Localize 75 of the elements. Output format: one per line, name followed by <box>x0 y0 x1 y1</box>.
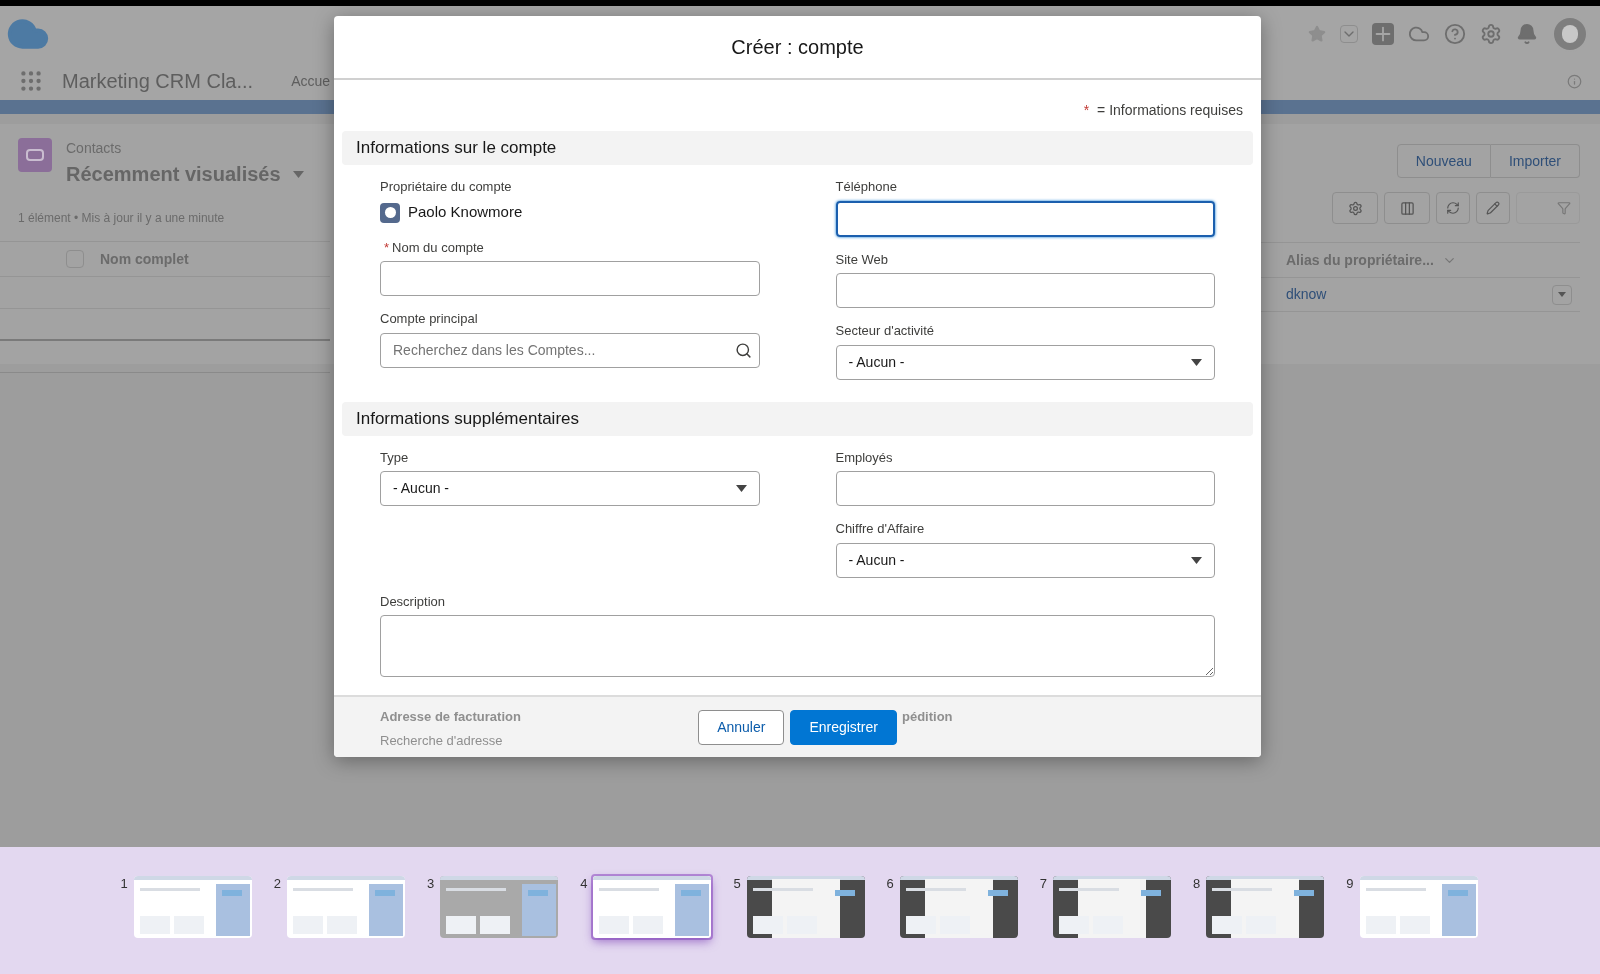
contacts-icon <box>18 138 52 172</box>
star-icon[interactable] <box>1308 25 1326 43</box>
slide-number: 6 <box>886 874 894 893</box>
field-label: Propriétaire du compte <box>380 178 512 196</box>
row-menu-button[interactable] <box>1552 284 1572 305</box>
field-label: Téléphone <box>835 178 897 196</box>
text-field[interactable] <box>380 261 760 296</box>
list-view-title[interactable]: Récemment visualisés <box>66 159 281 189</box>
field-label: * Nom du compte <box>383 238 484 257</box>
columns-icon <box>1399 200 1415 216</box>
dialog-button[interactable]: Enregistrer <box>790 709 897 745</box>
caret-icon <box>1558 292 1566 297</box>
bell-icon[interactable] <box>1516 23 1538 45</box>
object-label: Contacts <box>66 139 123 158</box>
section-header: Informations sur le compte <box>342 131 1253 165</box>
lookup-field[interactable]: Recherchez dans les Comptes... <box>380 332 760 368</box>
nav-tab[interactable]: Accue <box>291 70 331 92</box>
search-icon <box>734 341 752 359</box>
caret-icon[interactable] <box>292 170 304 178</box>
text-field[interactable] <box>835 200 1215 237</box>
dialog-button[interactable]: Annuler <box>698 709 785 745</box>
owner-alias-link[interactable]: dknow <box>1286 284 1327 305</box>
section-header: Informations supplémentaires <box>342 401 1253 436</box>
select-field[interactable]: - Aucun - <box>835 542 1215 578</box>
dropdown-icon[interactable] <box>1340 25 1358 43</box>
action-button[interactable]: Importer <box>1490 144 1580 178</box>
filter-button[interactable] <box>1516 192 1580 224</box>
text-field[interactable] <box>835 273 1215 308</box>
select-field[interactable]: - Aucun - <box>380 471 760 506</box>
add-icon[interactable] <box>1372 23 1394 45</box>
refresh-icon <box>1446 201 1460 215</box>
select-field[interactable]: - Aucun - <box>835 344 1215 380</box>
help-icon[interactable] <box>1444 23 1466 45</box>
info-icon[interactable] <box>1567 73 1582 89</box>
action-button[interactable]: Nouveau <box>1396 144 1491 178</box>
slide-number: 8 <box>1193 874 1201 893</box>
slide-number: 7 <box>1039 874 1048 893</box>
slide-number: 4 <box>580 874 588 893</box>
filter-icon <box>1557 201 1571 215</box>
field-label: Secteur d'activité <box>835 322 935 340</box>
slide-number: 2 <box>273 874 281 893</box>
field-label: Site Web <box>835 250 888 269</box>
slide-number: 1 <box>120 874 128 893</box>
dialog-title: Créer : compte <box>731 35 864 60</box>
field-label: Employés <box>835 448 893 467</box>
avatar-icon <box>380 202 400 223</box>
required-mark: * <box>1083 101 1090 120</box>
slide-number: 9 <box>1346 874 1354 893</box>
description-field[interactable] <box>380 615 1215 677</box>
columns-button[interactable] <box>1384 192 1430 224</box>
caret-icon <box>1191 358 1202 366</box>
slide-number: 3 <box>426 874 435 893</box>
field-label: Chiffre d'Affaire <box>835 520 925 538</box>
slide-number: 5 <box>733 874 741 893</box>
refresh-button[interactable] <box>1436 192 1470 224</box>
column-header[interactable]: Alias du propriétaire... <box>1286 249 1434 271</box>
required-note: = Informations requises <box>1097 101 1243 120</box>
settings-icon <box>1347 200 1363 216</box>
settings-icon[interactable] <box>1480 23 1502 45</box>
pencil-icon <box>1486 201 1500 215</box>
app-launcher-icon[interactable] <box>18 68 44 94</box>
field-label: Type <box>380 448 409 467</box>
app-name: Marketing CRM Cla... <box>62 69 254 94</box>
owner-name[interactable]: Paolo Knowmore <box>408 201 523 224</box>
faded-field-label: Recherche d'adresse <box>380 732 503 750</box>
faded-field-label: Adresse de facturation <box>380 708 521 726</box>
field-label: Compte principal <box>380 310 478 328</box>
settings-button[interactable] <box>1332 192 1378 224</box>
caret-icon <box>1191 556 1202 564</box>
field-label: Description <box>380 592 446 611</box>
text-field[interactable] <box>835 471 1215 506</box>
column-header[interactable]: Nom complet <box>100 248 189 270</box>
faded-field-label: pédition <box>902 708 953 726</box>
caret-icon <box>735 485 747 492</box>
edit-button[interactable] <box>1476 192 1510 224</box>
